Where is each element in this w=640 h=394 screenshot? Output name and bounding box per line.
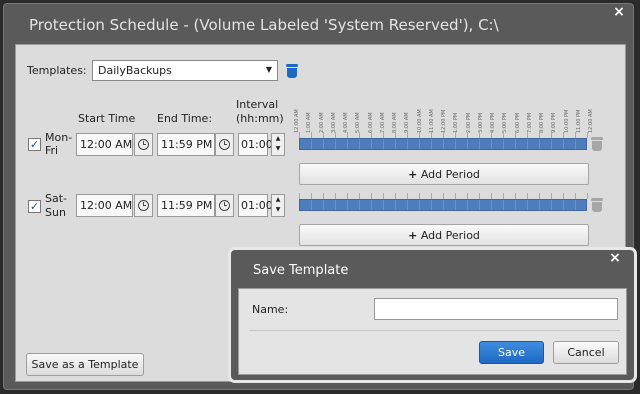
mon-fri-end-time[interactable]: 11:59 PM [157,133,215,156]
sat-sun-timeline-bar[interactable] [299,199,587,211]
cancel-button[interactable]: Cancel [553,341,619,364]
hour-label: 11:00 PM [575,109,582,133]
mon-fri-start-time[interactable]: 12:00 AM [76,133,133,156]
save-template-popup: Save Template × Name: Save Cancel [228,247,637,383]
hour-label: 5:00 AM [355,112,362,133]
sat-sun-start-time[interactable]: 12:00 AM [76,194,133,217]
timeline-tick [587,193,588,199]
popup-close-icon[interactable]: × [607,250,623,266]
trash-icon[interactable] [591,198,603,212]
hour-label: 1:00 PM [453,112,460,133]
mon-fri-add-period-button[interactable]: + Add Period [299,163,589,185]
trash-icon[interactable] [286,64,298,78]
popup-title: Save Template [253,263,349,278]
hour-label: 10:00 PM [563,109,570,133]
hour-label: 4:00 AM [343,112,349,133]
clock-icon[interactable] [134,133,153,156]
sat-sun-end-time[interactable]: 11:59 PM [157,194,215,217]
hour-label: 9:00 AM [404,112,411,133]
hour-label: 3:00 AM [330,112,337,133]
hour-label: 2:00 AM [318,112,325,133]
hour-label: 10:00 AM [416,109,423,133]
popup-body: Name: Save Cancel [238,288,627,375]
template-name-input[interactable] [374,298,618,320]
hour-label: 8:00 AM [392,112,398,133]
name-label: Name: [252,303,289,316]
hour-label: 7:00 AM [379,112,386,133]
interval-spinner[interactable]: ▲ ▼ [271,133,285,156]
timeline-tick [587,132,588,138]
mon-fri-label-line2: Fri [45,144,59,157]
hour-labels: 12:00 AM 1:00 AM 2:00 AM 3:00 AM 4:00 AM 5:00… [294,89,594,133]
divider [249,330,620,331]
hour-label: 3:00 PM [477,112,484,133]
hour-label: 2:00 PM [465,112,472,133]
hour-label: 6:00 PM [514,112,521,133]
templates-select-value: DailyBackups [98,64,172,77]
plus-icon: + [408,229,418,242]
sat-sun-add-period-button[interactable]: + Add Period [299,224,589,246]
clock-icon[interactable] [215,194,234,217]
interval-unit-header: (hh:mm) [236,112,284,125]
mon-fri-interval[interactable]: 01:00 [238,133,273,156]
sat-sun-checkbox[interactable]: ✓ [28,200,41,213]
mon-fri-timeline-bar[interactable] [299,138,587,150]
end-time-header: End Time: [157,112,213,125]
trash-icon[interactable] [591,137,603,151]
templates-label: Templates: [27,64,87,77]
save-as-template-button[interactable]: Save as a Template [26,353,144,376]
interval-spinner[interactable]: ▲ ▼ [271,194,285,217]
hour-label: 6:00 AM [367,112,374,133]
hour-label: 11:00 AM [428,109,435,133]
clock-icon[interactable] [215,133,234,156]
hour-label: 9:00 PM [551,112,558,133]
hour-label: 8:00 PM [539,112,545,133]
chevron-down-icon: ▼ [265,65,272,74]
hour-label: 12:00 AM [588,109,594,133]
start-time-header: Start Time [78,112,136,125]
sat-sun-interval[interactable]: 01:00 [238,194,273,217]
hour-label: 1:00 AM [306,112,313,133]
hour-label: 7:00 PM [526,112,533,133]
hour-label: 4:00 PM [490,112,496,133]
mon-fri-label-line1: Mon- [45,131,73,144]
sat-sun-label-line1: Sat- [45,192,68,205]
mon-fri-checkbox[interactable]: ✓ [28,138,41,151]
interval-header: Interval [236,98,279,111]
sat-sun-label-line2: Sun [45,206,66,219]
hour-label: 12:00 AM [294,109,300,133]
hour-label: 5:00 PM [502,112,509,133]
hour-label: 12:00 PM [441,109,447,133]
plus-icon: + [408,168,418,181]
save-button[interactable]: Save [479,341,544,364]
templates-select[interactable]: DailyBackups ▼ [92,60,278,81]
dialog-close-icon[interactable]: × [611,4,627,20]
dialog-title: Protection Schedule - (Volume Labeled 'S… [29,16,499,34]
clock-icon[interactable] [134,194,153,217]
